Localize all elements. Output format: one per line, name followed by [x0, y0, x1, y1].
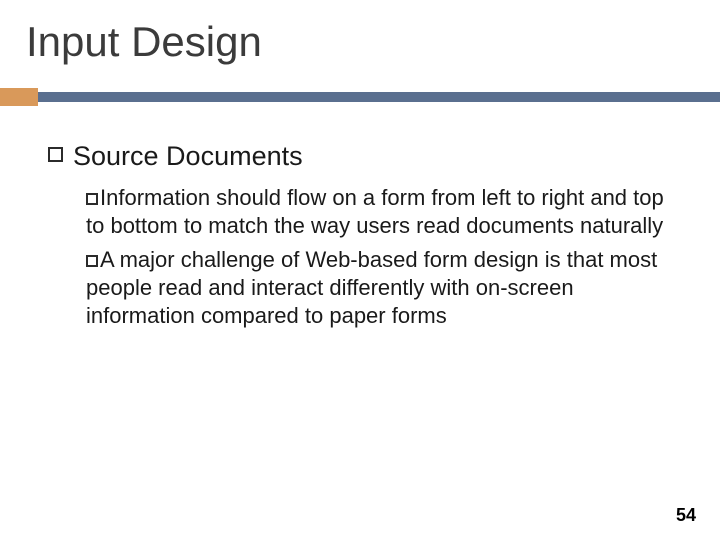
divider: [0, 88, 720, 106]
square-bullet-icon: [48, 147, 63, 162]
divider-accent-blue: [38, 92, 720, 102]
square-bullet-icon: [86, 193, 98, 205]
slide-title: Input Design: [26, 18, 262, 66]
bullet-level1: Source Documents Information should flow…: [48, 140, 678, 331]
bullet-level2: A major challenge of Web-based form desi…: [86, 246, 678, 330]
level2-rest: major challenge of Web-based form design…: [86, 247, 657, 328]
slide: Input Design Source Documents Informatio…: [0, 0, 720, 540]
level2-list: Information should flow on a form from l…: [86, 184, 678, 331]
square-bullet-icon: [86, 255, 98, 267]
divider-accent-orange: [0, 88, 38, 106]
bullet-level2: Information should flow on a form from l…: [86, 184, 678, 240]
level2-lead: Information: [100, 185, 210, 210]
content-area: Source Documents Information should flow…: [48, 140, 678, 345]
level1-text: Source Documents: [73, 140, 303, 174]
page-number: 54: [676, 505, 696, 526]
level2-lead: A: [100, 247, 113, 272]
